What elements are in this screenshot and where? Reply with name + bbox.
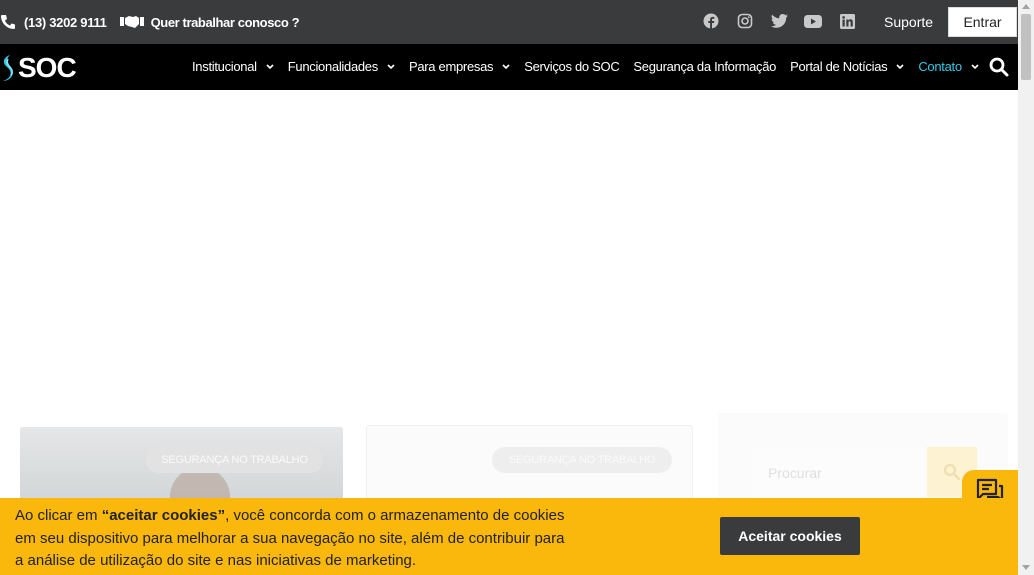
nav-item-contato[interactable]: Contato: [918, 59, 979, 74]
nav-item-institucional[interactable]: Institucional: [192, 59, 274, 74]
nav-menu: Institucional Funcionalidades Para empre…: [192, 59, 993, 74]
top-bar: (13) 3202 9111 Quer trabalhar conosco ? …: [0, 0, 1018, 44]
category-badge[interactable]: SEGURANÇA NO TRABALHO: [146, 447, 323, 473]
page-scrollbar[interactable]: [1018, 0, 1034, 575]
youtube-icon[interactable]: [804, 12, 822, 30]
nav-item-label: Contato: [918, 59, 962, 74]
phone-number: (13) 3202 9111: [24, 14, 107, 30]
chevron-down-icon: [896, 63, 904, 69]
scroll-down-arrow[interactable]: [1022, 565, 1030, 570]
cookie-banner: Ao clicar em “aceitar cookies”, você con…: [0, 498, 1018, 575]
logo-text: SOC: [18, 52, 77, 83]
cookie-message: Ao clicar em “aceitar cookies”, você con…: [15, 505, 575, 573]
nav-item-label: Institucional: [192, 59, 257, 74]
cookie-message-highlight: “aceitar cookies”: [101, 507, 226, 524]
handshake-icon: [119, 16, 144, 28]
phone-contact[interactable]: (13) 3202 9111: [0, 14, 107, 30]
linkedin-icon[interactable]: [838, 12, 856, 30]
social-links: [702, 12, 856, 30]
nav-item-label: Funcionalidades: [287, 59, 378, 74]
scroll-up-arrow[interactable]: [1022, 4, 1030, 9]
nav-item-funcionalidades[interactable]: Funcionalidades: [288, 59, 395, 74]
work-with-us-label: Quer trabalhar conosco ?: [150, 14, 300, 30]
nav-item-label: Portal de Notícias: [790, 59, 888, 74]
chevron-down-icon: [266, 63, 274, 69]
search-icon[interactable]: [989, 57, 1009, 77]
twitter-icon[interactable]: [770, 12, 788, 30]
nav-item-para-empresas[interactable]: Para empresas: [409, 59, 510, 74]
chevron-down-icon: [971, 63, 979, 69]
login-button[interactable]: Entrar: [948, 7, 1017, 37]
scroll-thumb[interactable]: [1021, 14, 1031, 80]
category-badge[interactable]: SEGURANÇA NO TRABALHO: [492, 447, 672, 473]
chevron-down-icon: [502, 63, 510, 69]
soc-logo[interactable]: SOC: [0, 52, 77, 84]
instagram-icon[interactable]: [736, 12, 754, 30]
cookie-message-prefix: Ao clicar em: [15, 507, 102, 524]
support-link[interactable]: Suporte: [884, 14, 933, 30]
facebook-icon[interactable]: [702, 12, 720, 30]
nav-item-label: Para empresas: [408, 59, 494, 74]
phone-icon: [1, 15, 15, 29]
work-with-us-link[interactable]: Quer trabalhar conosco ?: [119, 14, 300, 30]
accept-cookies-button[interactable]: Aceitar cookies: [720, 517, 860, 555]
nav-item-seguranca[interactable]: Segurança da Informação: [633, 59, 776, 74]
search-icon: [943, 463, 961, 481]
sidebar-search-input[interactable]: Procurar: [751, 447, 925, 497]
nav-item-portal-noticias[interactable]: Portal de Notícias: [790, 59, 904, 74]
main-navbar: SOC Institucional Funcionalidades Para e…: [0, 44, 1018, 90]
chevron-down-icon: [387, 63, 395, 69]
soc-logo-mark: [3, 55, 13, 81]
nav-item-servicos[interactable]: Serviços do SOC: [524, 59, 620, 74]
nav-item-label: Segurança da Informação: [633, 59, 777, 74]
nav-item-label: Serviços do SOC: [524, 59, 620, 74]
